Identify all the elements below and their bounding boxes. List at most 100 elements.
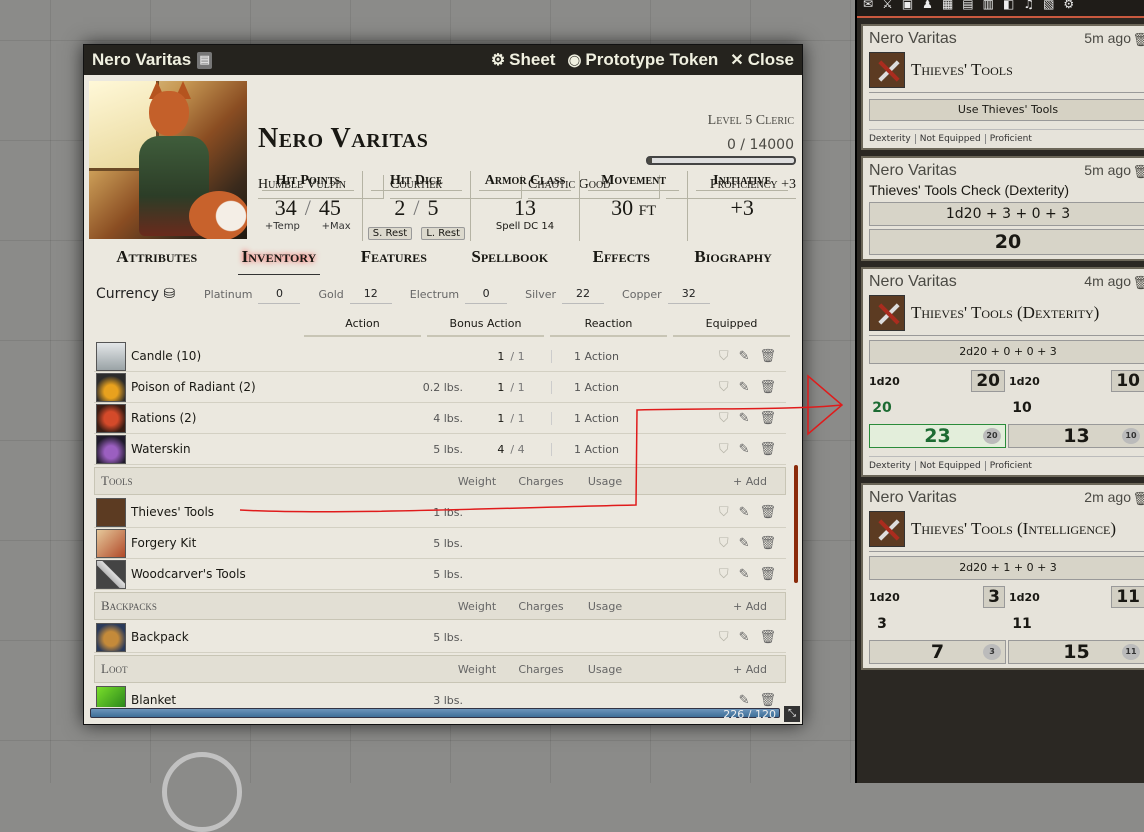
edit-icon[interactable]: ✎ (739, 630, 750, 645)
edit-icon[interactable]: ✎ (739, 411, 750, 426)
item-name[interactable]: Poison of Radiant (2) (131, 380, 331, 394)
tab-inventory[interactable]: Inventory (237, 245, 321, 275)
initiative-label[interactable]: Initiative (696, 173, 788, 191)
shield-icon[interactable]: ⛉ (719, 380, 729, 395)
list-item[interactable]: Thieves' Tools 1 lbs. ⛉ ✎ 🗑 (94, 497, 786, 528)
uses-value[interactable]: 4 (497, 443, 504, 456)
shield-icon[interactable]: ⛉ (719, 630, 729, 645)
list-item[interactable]: Woodcarver's Tools 5 lbs. ⛉ ✎ 🗑 (94, 559, 786, 590)
platinum-input[interactable] (258, 284, 301, 304)
long-rest-button[interactable]: L. Rest (421, 227, 466, 240)
item-name[interactable]: Backpack (131, 630, 331, 644)
document-id-icon[interactable]: ▤ (197, 51, 213, 69)
electrum-input[interactable] (465, 284, 508, 304)
thieves-tools-image[interactable] (96, 497, 126, 527)
tab-biography[interactable]: Biography (690, 245, 775, 275)
item-name[interactable]: Forgery Kit (131, 536, 331, 550)
candle-image[interactable] (96, 341, 126, 371)
edit-icon[interactable]: ✎ (739, 380, 750, 395)
trash-icon[interactable]: 🗑 (759, 380, 776, 395)
scenes-tab-icon[interactable]: ▣ (902, 0, 913, 16)
tables-tab-icon[interactable]: ▥ (983, 0, 994, 16)
shield-icon[interactable]: ⛉ (719, 536, 729, 551)
hp-current[interactable]: 34 (275, 195, 297, 220)
shield-icon[interactable]: ⛉ (719, 567, 729, 582)
tab-spellbook[interactable]: Spellbook (467, 245, 552, 275)
roll-total[interactable]: 15 11 (1008, 640, 1144, 664)
trash-icon[interactable]: 🗑 (759, 411, 776, 426)
trash-icon[interactable]: 🗑 (759, 349, 776, 364)
max-hp-field[interactable]: +Max (322, 221, 351, 232)
filter-bonus-action[interactable]: Bonus Action (427, 317, 544, 337)
shield-icon[interactable]: ⛉ (719, 349, 729, 364)
roll-total[interactable]: 20 (869, 229, 1144, 255)
woodcarvers-tools-image[interactable] (96, 559, 126, 589)
coins-icon[interactable]: ⛁ (164, 286, 176, 302)
movement-value[interactable]: 30 ft (580, 195, 688, 221)
item-card-title[interactable]: Thieves' Tools (Dexterity) (911, 303, 1099, 323)
silver-input[interactable] (562, 284, 605, 304)
shield-icon[interactable]: ⛉ (719, 442, 729, 457)
window-header[interactable]: Nero Varitas ▤ ⚙ Sheet ◉ Prototype Token… (84, 45, 802, 75)
add-tool-button[interactable]: + Add (637, 475, 785, 488)
item-name[interactable]: Candle (10) (131, 349, 331, 363)
uses-value[interactable]: 1 (497, 350, 504, 363)
uses-value[interactable]: 1 (497, 412, 504, 425)
actors-tab-icon[interactable]: ♟ (922, 0, 933, 16)
forgery-kit-image[interactable] (96, 528, 126, 558)
delete-message-icon[interactable]: 🗑 (1132, 275, 1144, 291)
close-button[interactable]: ✕ Close (730, 50, 794, 70)
backpack-image[interactable] (96, 622, 126, 652)
poison-image[interactable] (96, 372, 126, 402)
delete-message-icon[interactable]: 🗑 (1132, 491, 1144, 507)
hit-points-value[interactable]: 34 / 45 (254, 195, 362, 221)
sheet-config-button[interactable]: ⚙ Sheet (491, 50, 556, 70)
add-backpack-button[interactable]: + Add (637, 600, 785, 613)
short-rest-button[interactable]: S. Rest (367, 227, 413, 240)
filter-reaction[interactable]: Reaction (550, 317, 667, 337)
delete-message-icon[interactable]: 🗑 (1132, 32, 1144, 48)
chat-tab-icon[interactable]: ✉ (863, 0, 873, 16)
item-name[interactable]: Waterskin (131, 442, 331, 456)
trash-icon[interactable]: 🗑 (759, 567, 776, 582)
tab-features[interactable]: Features (357, 245, 431, 275)
compendium-tab-icon[interactable]: ▧ (1043, 0, 1054, 16)
playlists-tab-icon[interactable]: ♫ (1023, 0, 1034, 16)
roll-total[interactable]: 7 3 (869, 640, 1006, 664)
edit-icon[interactable]: ✎ (739, 442, 750, 457)
list-item[interactable]: Poison of Radiant (2) 0.2 lbs. 1 / 1 1 Ac… (94, 372, 786, 403)
blanket-image[interactable] (96, 685, 126, 707)
tab-effects[interactable]: Effects (589, 245, 654, 275)
copper-input[interactable] (667, 284, 710, 304)
edit-icon[interactable]: ✎ (739, 349, 750, 364)
waterskin-image[interactable] (96, 434, 126, 464)
edit-icon[interactable]: ✎ (739, 567, 750, 582)
inventory-scrollbar[interactable] (794, 465, 798, 583)
roll-formula[interactable]: 1d20 + 3 + 0 + 3 (869, 202, 1144, 226)
tab-attributes[interactable]: Attributes (112, 245, 201, 275)
combat-tab-icon[interactable]: ⚔ (882, 0, 893, 16)
roll-formula[interactable]: 2d20 + 1 + 0 + 3 (869, 556, 1144, 580)
item-name[interactable]: Rations (2) (131, 411, 331, 425)
shield-icon[interactable]: ⛉ (719, 411, 729, 426)
list-item[interactable]: Rations (2) 4 lbs. 1 / 1 1 Action ⛉ ✎ 🗑 (94, 403, 786, 434)
uses-value[interactable]: 1 (497, 381, 504, 394)
list-item[interactable]: Candle (10) 1 / 1 1 Action ⛉ ✎ 🗑 (94, 341, 786, 372)
settings-tab-icon[interactable]: ⚙ (1063, 0, 1074, 16)
items-tab-icon[interactable]: ▦ (942, 0, 953, 16)
item-name[interactable]: Blanket (131, 693, 331, 707)
trash-icon[interactable]: 🗑 (759, 693, 776, 708)
edit-icon[interactable]: ✎ (739, 693, 750, 708)
roll-total[interactable]: 13 10 (1008, 424, 1144, 448)
temp-hp-field[interactable]: +Temp (265, 221, 300, 232)
item-card-title[interactable]: Thieves' Tools (911, 60, 1013, 80)
item-name[interactable]: Woodcarver's Tools (131, 567, 331, 581)
list-item[interactable]: Forgery Kit 5 lbs. ⛉ ✎ 🗑 (94, 528, 786, 559)
add-loot-button[interactable]: + Add (637, 663, 785, 676)
roll-formula[interactable]: 2d20 + 0 + 0 + 3 (869, 340, 1144, 364)
edit-icon[interactable]: ✎ (739, 505, 750, 520)
filter-equipped[interactable]: Equipped (673, 317, 790, 337)
delete-message-icon[interactable]: 🗑 (1132, 164, 1144, 180)
journal-tab-icon[interactable]: ▤ (962, 0, 973, 16)
list-item[interactable]: Waterskin 5 lbs. 4 / 4 1 Action ⛉ ✎ 🗑 (94, 434, 786, 465)
